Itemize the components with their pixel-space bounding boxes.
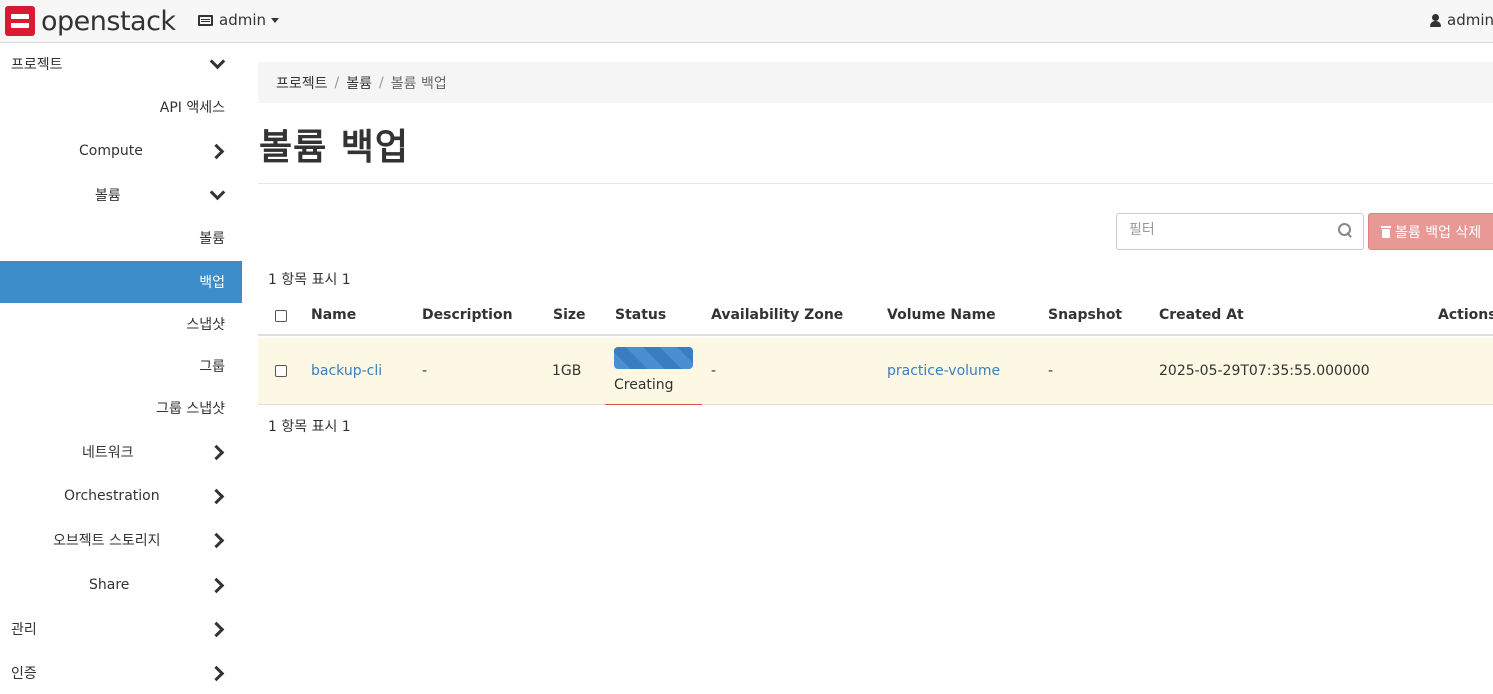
user-dropdown[interactable]: admin — [1430, 11, 1493, 29]
logo-text: openstack — [41, 5, 176, 37]
breadcrumb-separator: / — [334, 74, 340, 91]
backup-availability-zone: - — [711, 363, 717, 379]
column-header-actions: Actions — [1438, 307, 1493, 323]
chevron-down-icon — [209, 187, 223, 201]
backup-snapshot: - — [1048, 363, 1054, 379]
user-name: admin — [1447, 11, 1493, 29]
sidebar-item-groups[interactable]: 그룹 — [0, 345, 242, 387]
column-header-created-at[interactable]: Created At — [1159, 307, 1244, 323]
sidebar-item-label: 백업 — [199, 275, 225, 291]
sidebar-item-volume-group[interactable]: 볼륨 — [0, 174, 242, 216]
breadcrumb-item-current: 볼륨 백업 — [390, 75, 447, 92]
project-dropdown[interactable]: admin — [198, 11, 279, 29]
sidebar-item-label: 네트워크 — [82, 445, 134, 461]
breadcrumb-separator: / — [379, 74, 384, 91]
chevron-right-icon — [209, 489, 223, 503]
table-header: Name Description Size Status Availabilit… — [258, 296, 1493, 336]
breadcrumb-item-project[interactable]: 프로젝트 — [276, 73, 328, 93]
backup-name-link[interactable]: backup-cli — [311, 363, 382, 379]
sidebar-item-identity[interactable]: 인증 — [0, 652, 242, 694]
top-navbar: openstack admin admin — [0, 0, 1493, 43]
backup-description: - — [422, 363, 428, 379]
breadcrumb-item-volume[interactable]: 볼륨 — [346, 73, 372, 93]
delete-backups-button[interactable]: 볼륨 백업 삭제 — [1368, 213, 1493, 250]
row-checkbox[interactable] — [275, 365, 287, 377]
sidebar-item-label: 그룹 스냅샷 — [156, 401, 225, 417]
chevron-right-icon — [209, 144, 223, 158]
sidebar-item-compute[interactable]: Compute — [0, 130, 242, 172]
filter-input[interactable] — [1129, 222, 1329, 238]
project-name: admin — [219, 11, 266, 29]
chevron-down-icon — [209, 56, 223, 70]
sidebar-item-label: 볼륨 — [95, 188, 121, 204]
chevron-down-icon — [271, 17, 279, 23]
search-icon[interactable] — [1338, 223, 1353, 238]
sidebar-item-share[interactable]: Share — [0, 564, 242, 606]
backup-size: 1GB — [552, 363, 582, 379]
sidebar-item-label: 볼륨 — [199, 231, 225, 247]
column-header-description[interactable]: Description — [422, 307, 513, 323]
sidebar-item-label: 인증 — [11, 666, 37, 682]
column-header-snapshot[interactable]: Snapshot — [1048, 307, 1122, 323]
chevron-right-icon — [209, 533, 223, 547]
backup-status: Creating — [614, 377, 674, 393]
table-row: backup-cli - 1GB Creating - practice-vol… — [258, 338, 1493, 405]
sidebar-item-label: Compute — [79, 143, 143, 159]
sidebar-item-label: 프로젝트 — [11, 57, 63, 73]
sidebar-item-volumes[interactable]: 볼륨 — [0, 217, 242, 259]
sidebar-item-label: Share — [89, 577, 130, 593]
chevron-right-icon — [209, 445, 223, 459]
column-header-status[interactable]: Status — [615, 307, 666, 323]
column-header-name[interactable]: Name — [311, 307, 356, 323]
chevron-right-icon — [209, 578, 223, 592]
status-progress-bar — [614, 347, 693, 369]
sidebar-item-object-storage[interactable]: 오브젝트 스토리지 — [0, 519, 242, 561]
sidebar-item-backups[interactable]: 백업 — [0, 261, 242, 303]
trash-icon — [1381, 225, 1391, 238]
item-count-top: 1 항목 표시 1 — [268, 272, 351, 288]
sidebar-item-project[interactable]: 프로젝트 — [0, 43, 242, 85]
sidebar-item-label: Orchestration — [64, 488, 160, 504]
sidebar-item-label: 오브젝트 스토리지 — [53, 533, 161, 549]
volume-name-link[interactable]: practice-volume — [887, 363, 1000, 379]
breadcrumb: 프로젝트 / 볼륨 / 볼륨 백업 — [258, 62, 1493, 103]
delete-button-label: 볼륨 백업 삭제 — [1395, 224, 1482, 241]
sidebar-item-snapshots[interactable]: 스냅샷 — [0, 303, 242, 345]
sidebar-item-label: 관리 — [11, 622, 37, 638]
page-title: 볼륨 백업 — [259, 127, 410, 168]
project-icon — [198, 14, 213, 26]
sidebar: 프로젝트 API 액세스 Compute 볼륨 볼륨 백업 스냅샷 그룹 그룹 … — [0, 43, 242, 689]
openstack-logo-icon — [5, 6, 35, 36]
sidebar-item-api-access[interactable]: API 액세스 — [0, 86, 242, 128]
sidebar-item-orchestration[interactable]: Orchestration — [0, 475, 242, 517]
column-header-volume-name[interactable]: Volume Name — [887, 307, 996, 323]
sidebar-item-label: API 액세스 — [159, 100, 225, 116]
user-icon — [1430, 13, 1441, 27]
sidebar-item-label: 스냅샷 — [186, 317, 225, 333]
sidebar-item-network[interactable]: 네트워크 — [0, 431, 242, 473]
sidebar-item-admin[interactable]: 관리 — [0, 608, 242, 650]
chevron-right-icon — [209, 666, 223, 680]
select-all-checkbox[interactable] — [275, 310, 287, 322]
status-underline — [605, 404, 702, 405]
sidebar-item-group-snapshots[interactable]: 그룹 스냅샷 — [0, 387, 242, 429]
item-count-bottom: 1 항목 표시 1 — [268, 419, 351, 435]
column-header-size[interactable]: Size — [553, 307, 586, 323]
sidebar-item-label: 그룹 — [199, 359, 225, 375]
openstack-logo[interactable]: openstack — [5, 5, 176, 37]
column-header-availability-zone[interactable]: Availability Zone — [711, 307, 843, 323]
backup-created-at: 2025-05-29T07:35:55.000000 — [1159, 363, 1370, 379]
divider — [258, 183, 1493, 184]
filter-field[interactable] — [1116, 213, 1364, 250]
chevron-right-icon — [209, 622, 223, 636]
